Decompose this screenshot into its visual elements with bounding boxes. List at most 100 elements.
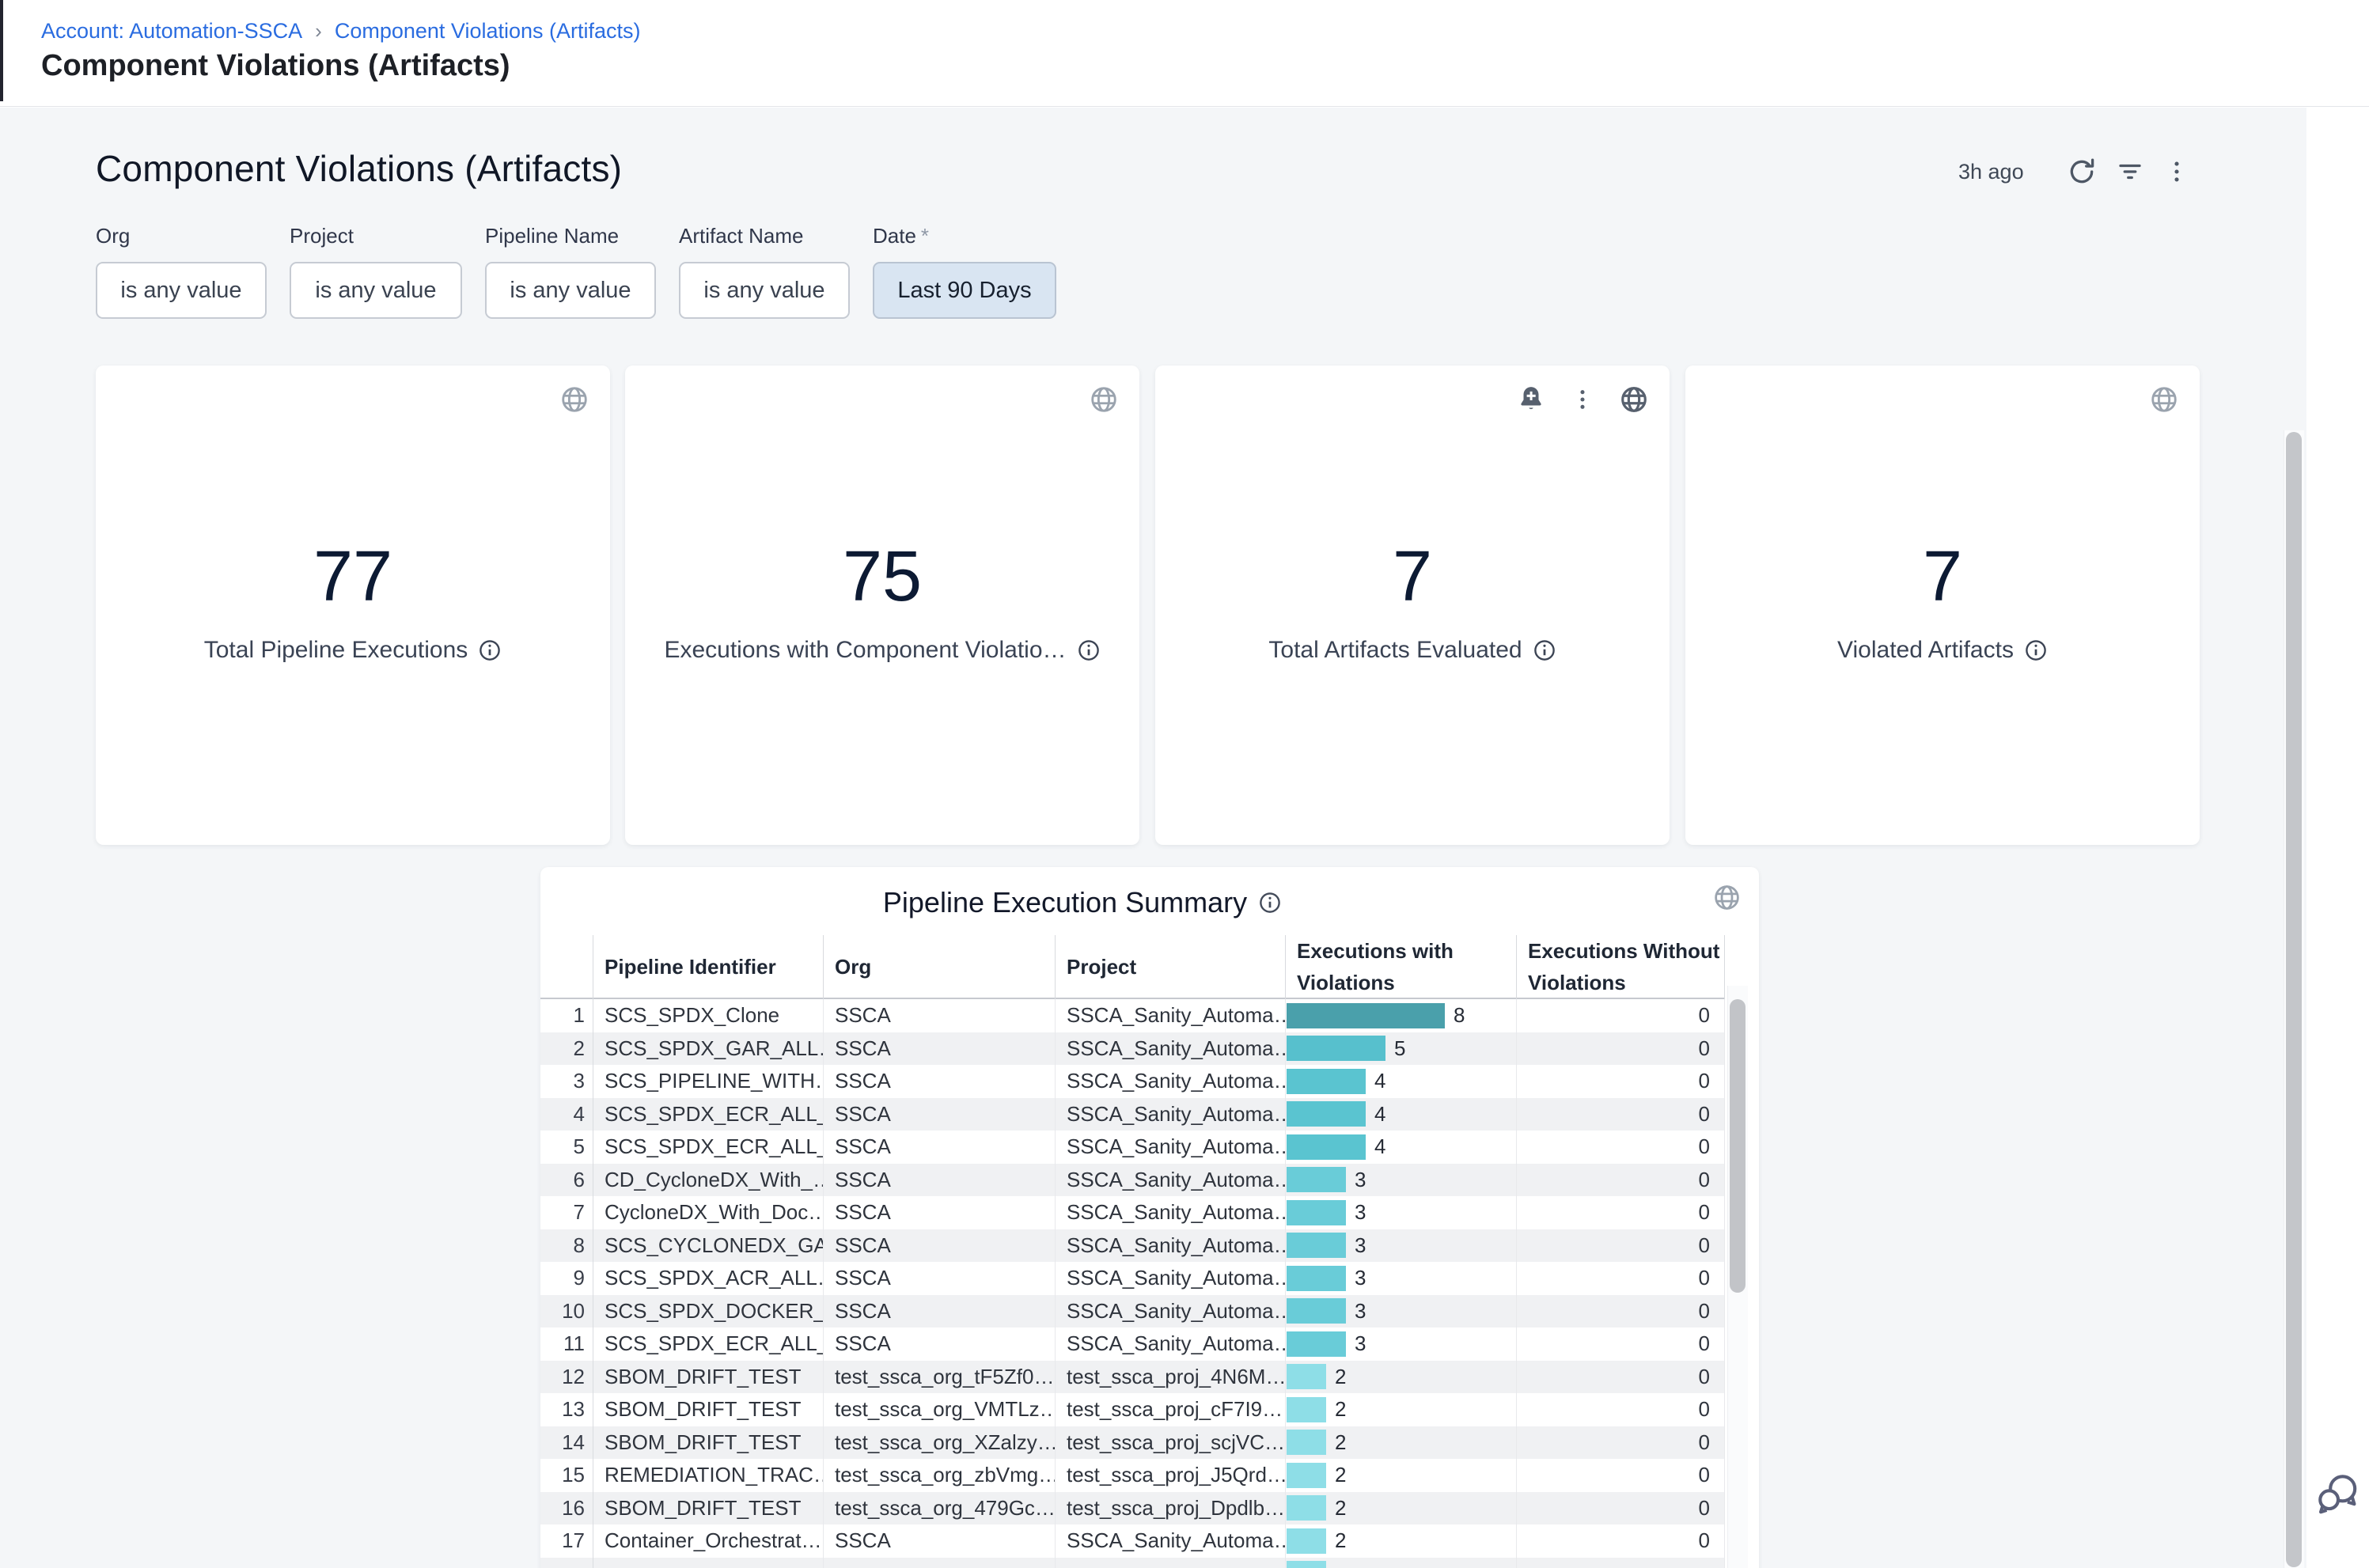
cell-org: SSCA: [823, 1327, 1055, 1361]
cell-org: SSCA: [823, 1131, 1055, 1164]
info-icon[interactable]: [2024, 638, 2048, 662]
chat-bubbles-icon[interactable]: [2314, 1470, 2363, 1519]
globe-icon[interactable]: [1089, 384, 1119, 415]
cell-org: test_ssca_org_tF5Zf0…: [823, 1361, 1055, 1394]
cell-project: SSCA_Sanity_Automa…: [1055, 1098, 1285, 1131]
row-index: 13: [540, 1393, 593, 1426]
cell-executions-with-violations: 4: [1285, 1098, 1516, 1131]
cell-project: test_ssca_proj_cF7I9…: [1055, 1393, 1285, 1426]
table-row: 12 SBOM_DRIFT_TEST test_ssca_org_tF5Zf0……: [540, 1361, 1725, 1394]
info-icon[interactable]: [478, 638, 502, 662]
table-row: 15 REMEDIATION_TRAC… test_ssca_org_zbVmg…: [540, 1459, 1725, 1492]
cell-executions-without-violations: 0: [1516, 1262, 1725, 1295]
violations-bar: [1287, 1561, 1326, 1568]
row-index: 12: [540, 1361, 593, 1394]
violations-bar: [1287, 1364, 1326, 1389]
row-index: 6: [540, 1164, 593, 1197]
col-executions-with-violations[interactable]: Executions with Violations: [1285, 935, 1516, 999]
filter-pipeline-name-value[interactable]: is any value: [485, 262, 656, 319]
cell-executions-without-violations: 0: [1516, 1295, 1725, 1328]
cell-executions-without-violations: 0: [1516, 1459, 1725, 1492]
table-row: 14 SBOM_DRIFT_TEST test_ssca_org_XZalzy……: [540, 1426, 1725, 1460]
violations-value: 2: [1335, 1430, 1346, 1455]
row-index: 10: [540, 1295, 593, 1328]
violations-value: 8: [1454, 1003, 1465, 1028]
filter-org-value[interactable]: is any value: [96, 262, 267, 319]
table-row: 2 SCS_SPDX_GAR_ALL… SSCA SSCA_Sanity_Aut…: [540, 1032, 1725, 1066]
table-row: 8 SCS_CYCLONEDX_GA… SSCA SSCA_Sanity_Aut…: [540, 1229, 1725, 1263]
violations-bar: [1287, 1003, 1445, 1028]
col-pipeline-identifier[interactable]: Pipeline Identifier: [593, 935, 823, 999]
breadcrumb-account-link[interactable]: Account: Automation-SSCA: [41, 19, 302, 44]
violations-value: 5: [1394, 1036, 1405, 1061]
cell-project: test_ssca_proj_J5Qrd…: [1055, 1459, 1285, 1492]
refresh-icon[interactable]: [2067, 157, 2097, 187]
filter-date-value[interactable]: Last 90 Days: [873, 262, 1056, 319]
cell-org: SSCA: [823, 1032, 1055, 1066]
table-row: 10 SCS_SPDX_DOCKER_… SSCA SSCA_Sanity_Au…: [540, 1295, 1725, 1328]
violations-bar: [1287, 1233, 1346, 1258]
cell-executions-without-violations: 0: [1516, 1393, 1725, 1426]
dashboard-toolbar: 3h ago: [1958, 157, 2190, 187]
col-project[interactable]: Project: [1055, 935, 1285, 999]
cell-pipeline-identifier: [593, 1558, 823, 1568]
breadcrumb-separator: ›: [315, 19, 322, 44]
table-row: [540, 1558, 1725, 1568]
violations-value: 4: [1374, 1102, 1385, 1127]
cell-executions-without-violations: 0: [1516, 999, 1725, 1032]
violations-bar: [1287, 1397, 1326, 1422]
globe-icon[interactable]: [1712, 883, 1742, 912]
page-title: Component Violations (Artifacts): [41, 49, 510, 83]
kpi-value: 77: [96, 538, 610, 616]
cell-pipeline-identifier: SBOM_DRIFT_TEST: [593, 1361, 823, 1394]
row-index: 5: [540, 1131, 593, 1164]
filter-project-value[interactable]: is any value: [290, 262, 462, 319]
violations-bar: [1287, 1430, 1326, 1455]
col-executions-without-violations[interactable]: Executions Without Violations: [1516, 935, 1725, 999]
row-index: 8: [540, 1229, 593, 1263]
kebab-menu-icon[interactable]: [1570, 387, 1595, 412]
info-icon[interactable]: [1077, 638, 1101, 662]
row-index: 2: [540, 1032, 593, 1066]
globe-icon[interactable]: [1619, 384, 1649, 415]
cell-project: SSCA_Sanity_Automa…: [1055, 1032, 1285, 1066]
violations-bar: [1287, 1331, 1346, 1357]
info-icon[interactable]: [1533, 638, 1556, 662]
filter-artifact-name-value[interactable]: is any value: [679, 262, 850, 319]
cell-org: SSCA: [823, 1164, 1055, 1197]
bell-plus-icon[interactable]: [1516, 384, 1546, 415]
kebab-menu-icon[interactable]: [2163, 158, 2190, 185]
cell-project: SSCA_Sanity_Automa…: [1055, 1196, 1285, 1229]
breadcrumb-current-link[interactable]: Component Violations (Artifacts): [335, 19, 641, 44]
cell-project: SSCA_Sanity_Automa…: [1055, 1229, 1285, 1263]
col-org[interactable]: Org: [823, 935, 1055, 999]
table-header: Pipeline Identifier Org Project Executio…: [540, 935, 1725, 999]
cell-executions-without-violations: 0: [1516, 1327, 1725, 1361]
cell-executions-without-violations: 0: [1516, 1065, 1725, 1098]
cell-org: SSCA: [823, 1065, 1055, 1098]
row-index: 14: [540, 1426, 593, 1460]
page-scrollbar-thumb[interactable]: [2286, 432, 2302, 1567]
tile-total-pipeline-executions: 77 Total Pipeline Executions: [96, 365, 610, 845]
cell-executions-with-violations: 2: [1285, 1492, 1516, 1525]
cell-project: test_ssca_proj_scjVC…: [1055, 1426, 1285, 1460]
globe-icon[interactable]: [2149, 384, 2179, 415]
filter-icon[interactable]: [2116, 157, 2144, 186]
cell-executions-without-violations: 0: [1516, 1229, 1725, 1263]
tile-violated-artifacts: 7 Violated Artifacts: [1685, 365, 2200, 845]
cell-executions-without-violations: 0: [1516, 1131, 1725, 1164]
info-icon[interactable]: [1258, 891, 1282, 915]
last-refreshed-label: 3h ago: [1958, 160, 2024, 184]
table-scrollbar-thumb[interactable]: [1730, 999, 1745, 1293]
cell-executions-with-violations: [1285, 1558, 1516, 1568]
row-index: [540, 1558, 593, 1568]
cell-project: SSCA_Sanity_Automa…: [1055, 1065, 1285, 1098]
globe-icon[interactable]: [559, 384, 589, 415]
row-index: 4: [540, 1098, 593, 1131]
violations-value: 3: [1355, 1266, 1366, 1290]
row-index: 15: [540, 1459, 593, 1492]
violations-bar: [1287, 1528, 1326, 1554]
cell-executions-with-violations: 3: [1285, 1229, 1516, 1263]
row-index: 9: [540, 1262, 593, 1295]
cell-project: SSCA_Sanity_Automa…: [1055, 1327, 1285, 1361]
